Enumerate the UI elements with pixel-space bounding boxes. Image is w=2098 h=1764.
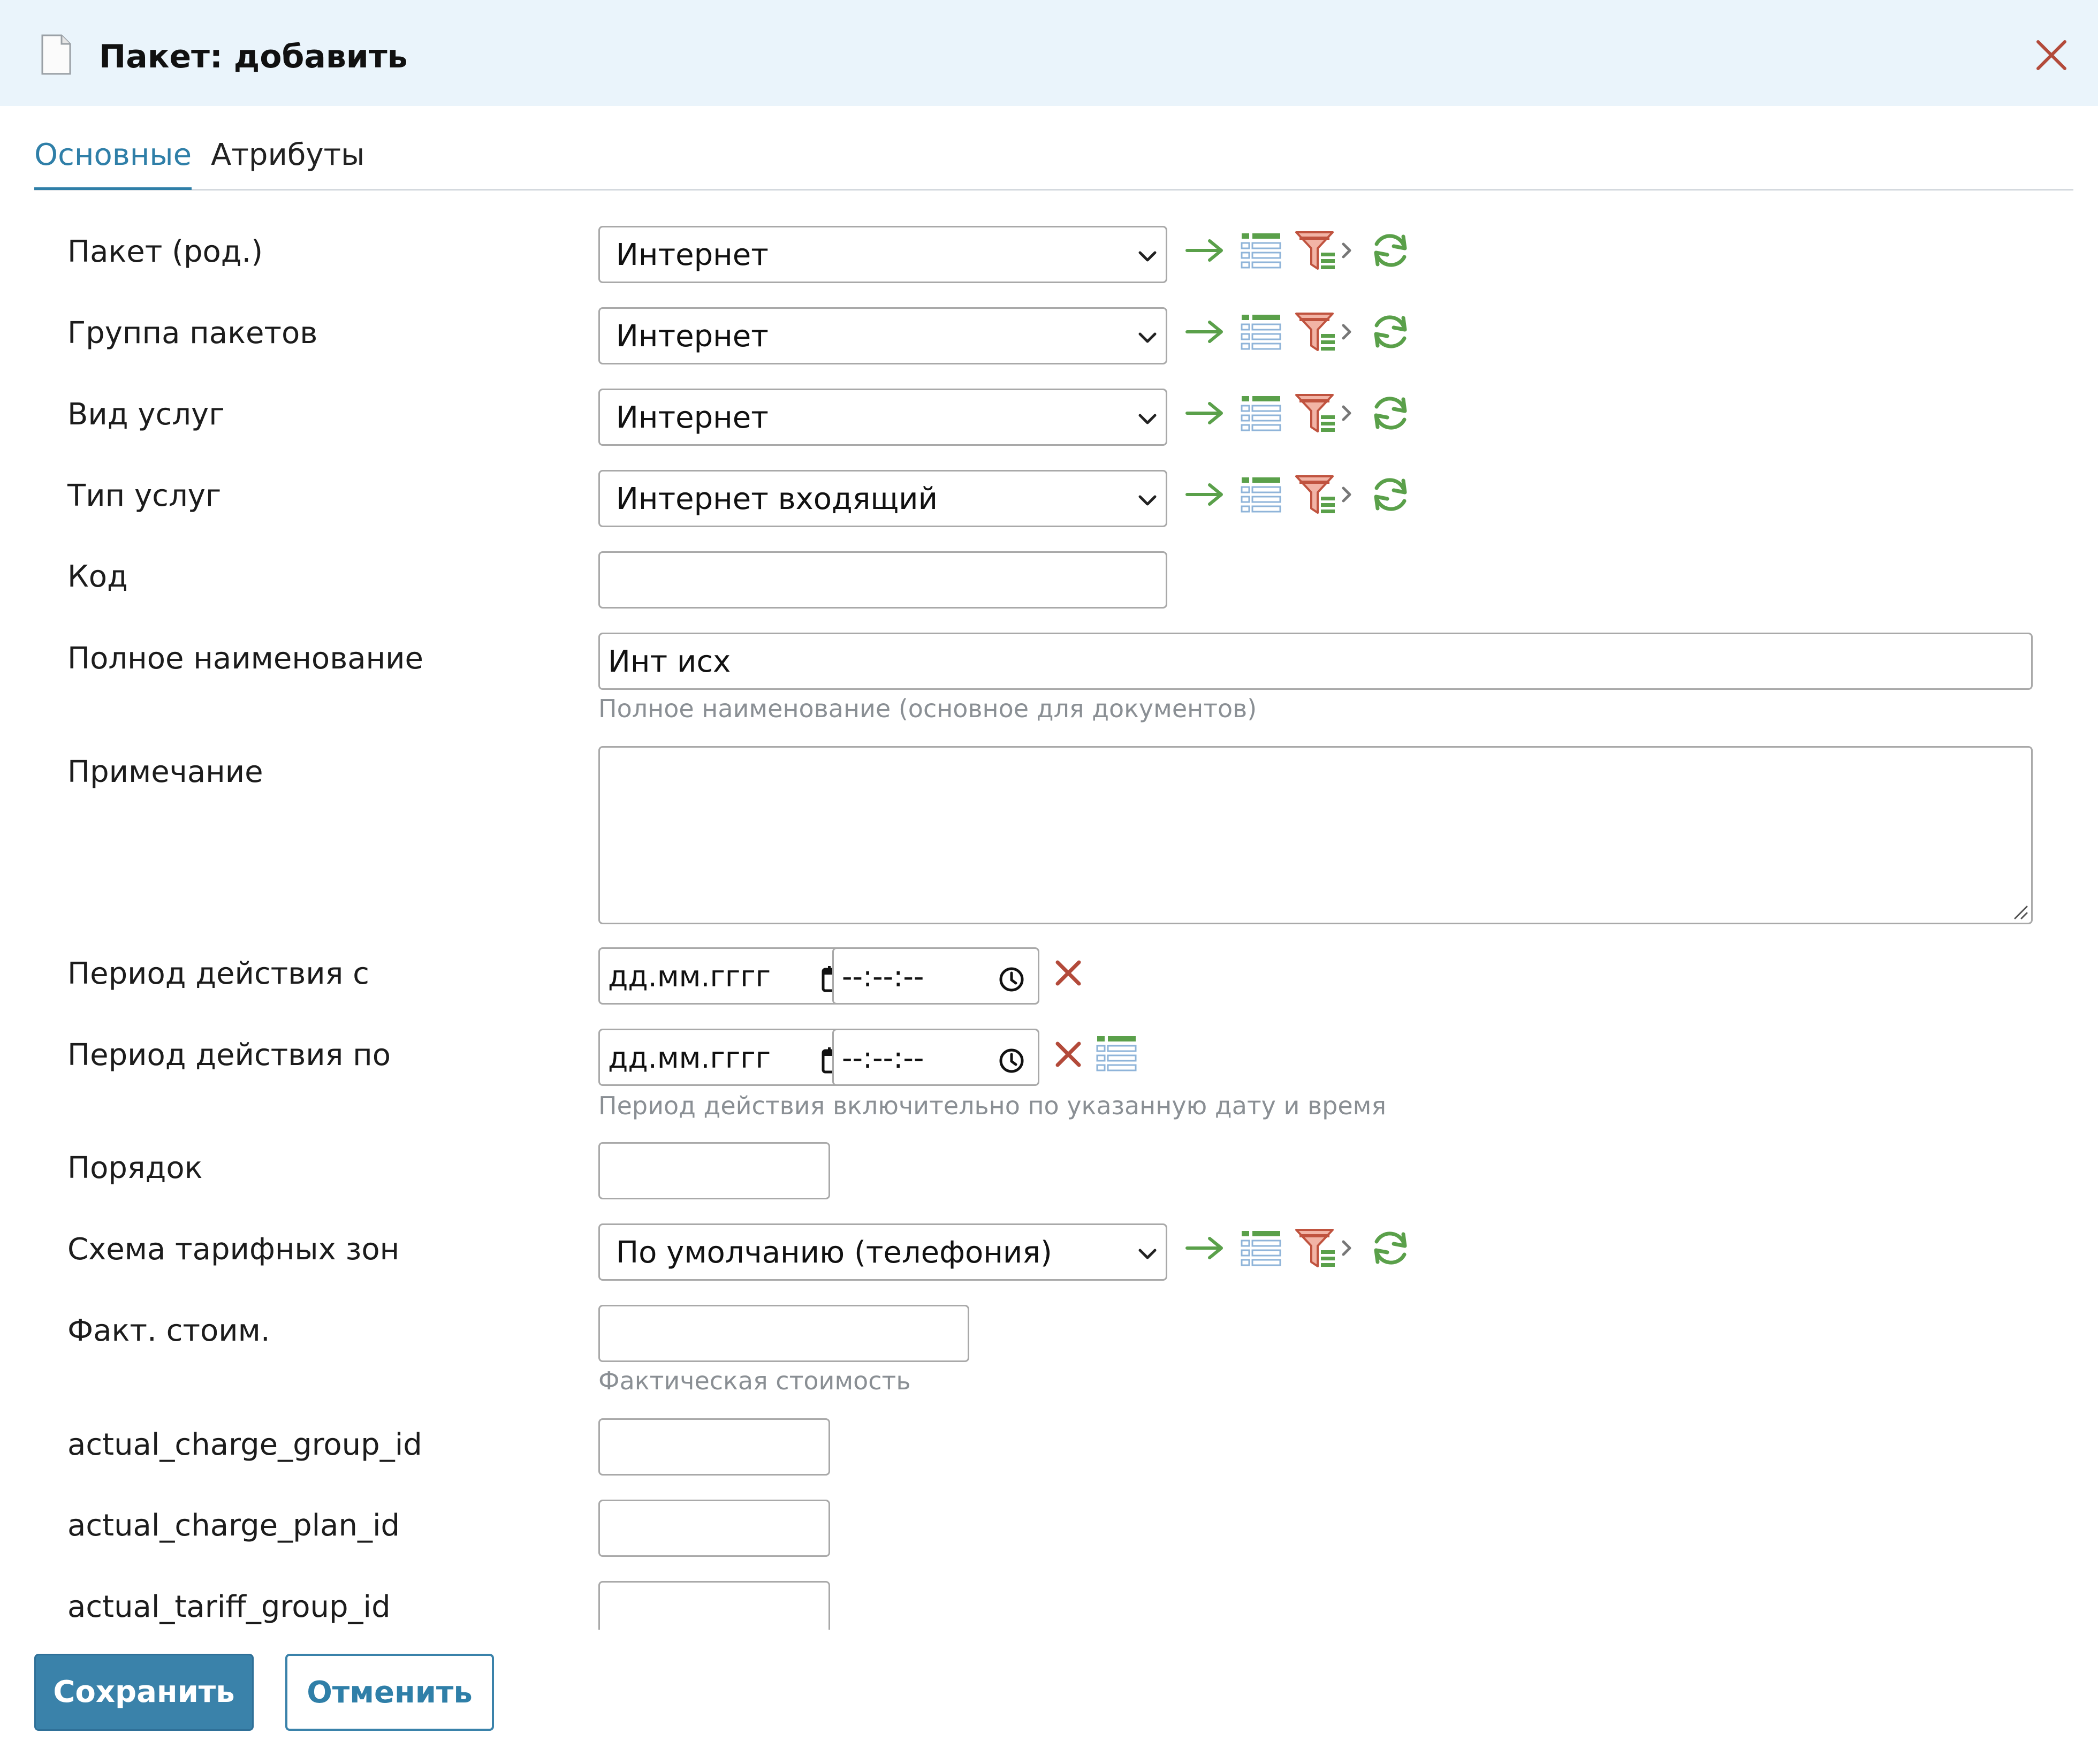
actual-tariff-group-id-label: actual_tariff_group_id <box>67 1590 391 1624</box>
filter-list-icon[interactable] <box>1294 1227 1337 1269</box>
save-button[interactable]: Сохранить <box>34 1654 254 1731</box>
tariff-zone-scheme-select[interactable]: По умолчанию (телефония) <box>598 1223 1167 1281</box>
chevron-down-icon <box>1137 1243 1158 1265</box>
actual-cost-hint: Фактическая стоимость <box>598 1366 911 1395</box>
chevron-right-icon[interactable] <box>1339 229 1355 272</box>
period-from-time-input[interactable]: --:--:-- <box>832 947 1039 1005</box>
package-group-select[interactable]: Интернет <box>598 307 1167 364</box>
chevron-right-icon[interactable] <box>1339 392 1355 435</box>
period-from-date-input[interactable]: дд.мм.гггг <box>598 947 862 1005</box>
service-kind-label: Вид услуг <box>67 397 225 432</box>
parent-package-actions <box>1184 229 1414 277</box>
actual-charge-plan-id-label: actual_charge_plan_id <box>67 1508 400 1543</box>
filter-list-icon[interactable] <box>1294 473 1337 516</box>
service-type-actions <box>1184 473 1414 521</box>
list-icon[interactable] <box>1240 392 1282 435</box>
refresh-icon[interactable] <box>1369 310 1412 353</box>
clock-icon[interactable] <box>998 1047 1025 1074</box>
document-icon <box>41 34 71 75</box>
service-type-label: Тип услуг <box>67 478 222 513</box>
parent-package-label: Пакет (род.) <box>67 234 263 269</box>
code-label: Код <box>67 559 128 594</box>
chevron-right-icon[interactable] <box>1339 473 1355 516</box>
service-type-value: Интернет входящий <box>616 482 938 516</box>
actual-charge-group-id-input[interactable] <box>598 1418 830 1476</box>
dialog-header: Пакет: добавить <box>0 0 2098 106</box>
period-to-date-input[interactable]: дд.мм.гггг <box>598 1029 862 1086</box>
period-to-date-placeholder: дд.мм.гггг <box>608 1041 771 1075</box>
period-from-time-placeholder: --:--:-- <box>842 960 924 993</box>
full-name-input[interactable]: Инт исх <box>598 633 2033 690</box>
package-group-label: Группа пакетов <box>67 316 318 351</box>
order-label: Порядок <box>67 1151 203 1185</box>
arrow-right-icon[interactable] <box>1184 1227 1227 1269</box>
clock-icon[interactable] <box>998 966 1025 993</box>
period-to-time-input[interactable]: --:--:-- <box>832 1029 1039 1086</box>
close-icon[interactable] <box>2033 36 2070 74</box>
arrow-right-icon[interactable] <box>1184 310 1227 353</box>
chevron-down-icon <box>1137 246 1158 267</box>
arrow-right-icon[interactable] <box>1184 229 1227 272</box>
filter-list-icon[interactable] <box>1294 229 1337 272</box>
resize-grip-icon[interactable] <box>2011 902 2029 921</box>
list-icon[interactable] <box>1240 310 1282 353</box>
refresh-icon[interactable] <box>1369 229 1412 272</box>
chevron-down-icon <box>1137 408 1158 430</box>
arrow-right-icon[interactable] <box>1184 392 1227 435</box>
package-group-actions <box>1184 310 1414 359</box>
refresh-icon[interactable] <box>1369 392 1412 435</box>
filter-list-icon[interactable] <box>1294 310 1337 353</box>
chevron-down-icon <box>1137 490 1158 511</box>
period-to-label: Период действия по <box>67 1038 391 1073</box>
full-name-value: Инт исх <box>608 644 731 679</box>
period-from-date-placeholder: дд.мм.гггг <box>608 960 771 993</box>
tab-main[interactable]: Основные <box>34 128 192 190</box>
cancel-button[interactable]: Отменить <box>285 1654 494 1731</box>
tariff-zone-scheme-label: Схема тарифных зон <box>67 1232 400 1267</box>
full-name-label: Полное наименование <box>67 641 423 676</box>
note-textarea[interactable] <box>598 746 2033 924</box>
period-from-label: Период действия с <box>67 956 369 991</box>
actual-charge-group-id-label: actual_charge_group_id <box>67 1427 422 1462</box>
note-label: Примечание <box>67 755 263 789</box>
order-input[interactable] <box>598 1142 830 1199</box>
footer-divider <box>0 1630 2098 1656</box>
parent-package-select[interactable]: Интернет <box>598 226 1167 283</box>
chevron-down-icon <box>1137 327 1158 348</box>
list-icon[interactable] <box>1095 1032 1138 1075</box>
actual-cost-label: Факт. стоим. <box>67 1313 270 1348</box>
tab-bar: Основные Атрибуты <box>34 128 2073 191</box>
service-kind-select[interactable]: Интернет <box>598 389 1167 446</box>
chevron-right-icon[interactable] <box>1339 310 1355 353</box>
service-kind-value: Интернет <box>616 400 769 435</box>
list-icon[interactable] <box>1240 1227 1282 1269</box>
clear-x-icon[interactable] <box>1052 1038 1084 1070</box>
tab-attributes[interactable]: Атрибуты <box>211 128 364 187</box>
service-type-select[interactable]: Интернет входящий <box>598 470 1167 527</box>
code-input[interactable] <box>598 551 1167 609</box>
clear-x-icon[interactable] <box>1052 957 1084 989</box>
tariff-zone-scheme-value: По умолчанию (телефония) <box>616 1235 1052 1270</box>
actual-charge-plan-id-input[interactable] <box>598 1500 830 1557</box>
parent-package-value: Интернет <box>616 238 769 272</box>
full-name-hint: Полное наименование (основное для докуме… <box>598 694 1257 723</box>
tariff-zone-scheme-actions <box>1184 1227 1414 1275</box>
service-kind-actions <box>1184 392 1414 440</box>
arrow-right-icon[interactable] <box>1184 473 1227 516</box>
dialog-title: Пакет: добавить <box>99 38 408 75</box>
refresh-icon[interactable] <box>1369 473 1412 516</box>
package-group-value: Интернет <box>616 319 769 354</box>
period-to-time-placeholder: --:--:-- <box>842 1041 924 1075</box>
refresh-icon[interactable] <box>1369 1227 1412 1269</box>
chevron-right-icon[interactable] <box>1339 1227 1355 1269</box>
filter-list-icon[interactable] <box>1294 392 1337 435</box>
actual-cost-input[interactable] <box>598 1305 969 1362</box>
list-icon[interactable] <box>1240 473 1282 516</box>
period-to-hint: Период действия включительно по указанну… <box>598 1091 1387 1120</box>
list-icon[interactable] <box>1240 229 1282 272</box>
